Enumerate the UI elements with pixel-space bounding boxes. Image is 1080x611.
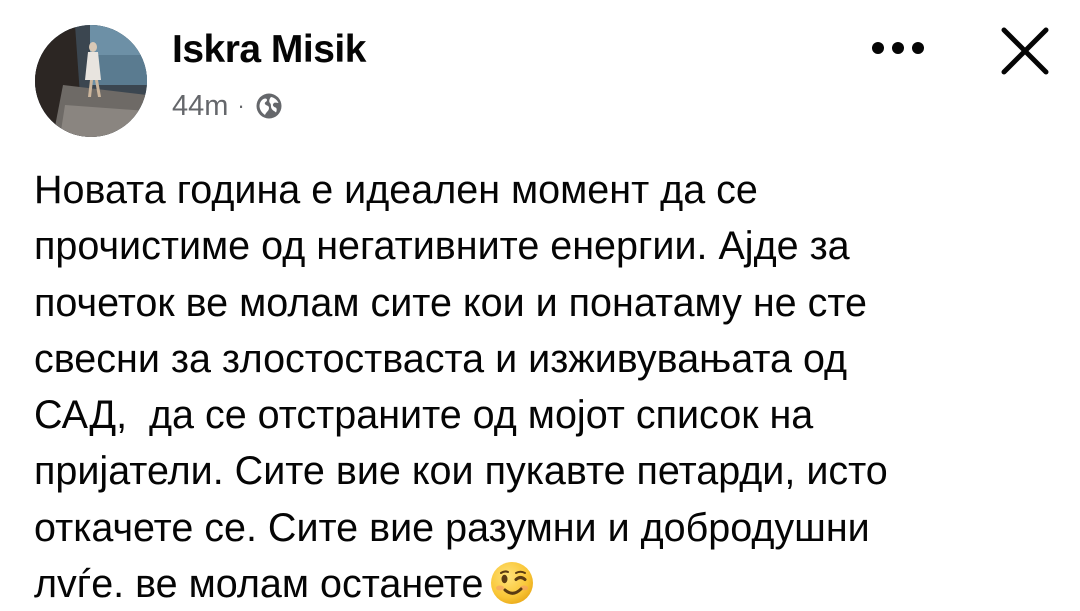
more-options-button[interactable]: [866, 26, 930, 70]
post-timestamp[interactable]: 44m: [172, 90, 228, 123]
post-text-line: прочистиме од негативните енергии. Ајде …: [34, 224, 850, 269]
post-text-line: Новата година е идеален момент да се: [34, 168, 758, 212]
close-icon: [1001, 27, 1049, 75]
post-text-line: лvѓе. ве молам останете: [34, 562, 484, 607]
post-text: Новата година е идеален момент да се про…: [34, 162, 1054, 611]
avatar[interactable]: [35, 25, 147, 137]
meta-separator: ·: [237, 93, 245, 118]
post-meta: 44m ·: [172, 86, 284, 126]
globe-icon[interactable]: [254, 91, 284, 121]
avatar-photo: [35, 25, 147, 137]
more-horizontal-icon: [872, 42, 924, 54]
post-text-line: САД, да се отстраните од мојот список на: [34, 393, 814, 438]
post-text-line: пријатели. Сите вие кои пукавте петарди,…: [34, 449, 888, 494]
post-text-line: свесни за злостостваста и изживувањата о…: [34, 336, 848, 381]
post-header: Iskra Misik 44m ·: [0, 0, 1080, 150]
close-button[interactable]: [992, 18, 1058, 84]
author-name[interactable]: Iskra Misik: [172, 28, 366, 72]
post-text-last-line: лvѓе. ве молам останете: [34, 556, 1054, 611]
post-text-line: почеток ве молам сите кои и понатаму не …: [34, 280, 867, 325]
post-text-line: откачете се. Сите вие разумни и добродуш…: [34, 505, 870, 550]
winking-face-icon: [489, 560, 535, 606]
